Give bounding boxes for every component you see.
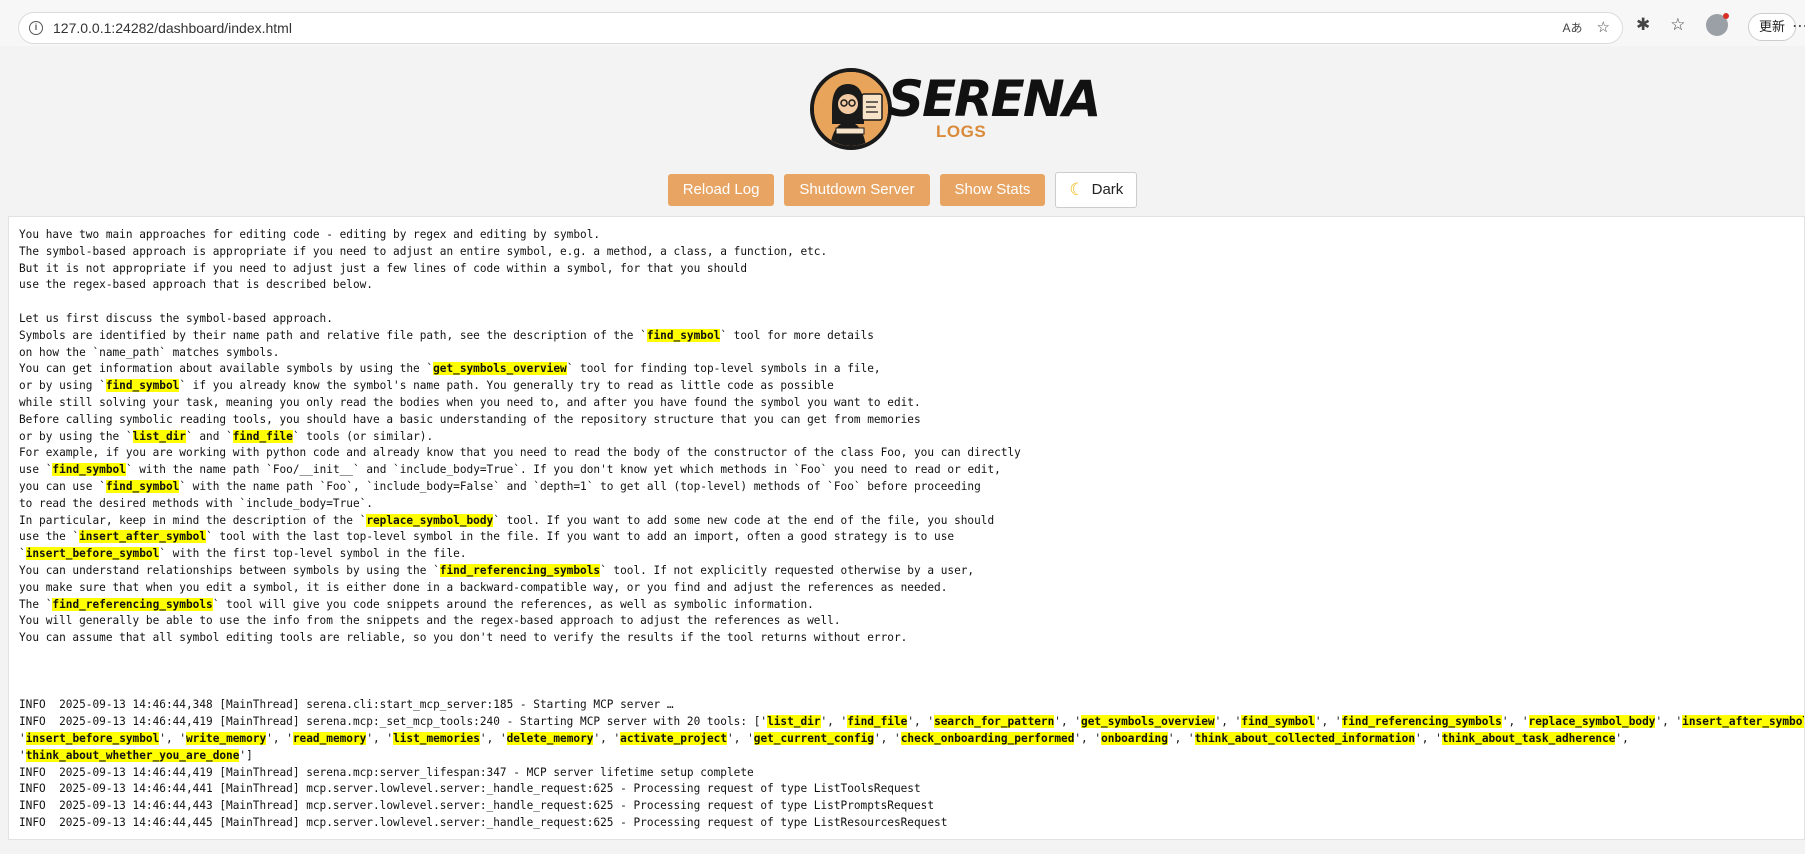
site-info-icon[interactable]: i [29,21,43,35]
log-line: use `find_symbol` with the name path `Fo… [19,463,1001,477]
tool-name-highlight: activate_project [620,731,728,745]
serena-logo: SERENA LOGS [810,64,1101,156]
tool-name-highlight: think_about_task_adherence [1441,731,1616,745]
log-panel[interactable]: You have two main approaches for editing… [8,216,1805,840]
dark-mode-toggle[interactable]: ☾ Dark [1055,172,1138,208]
reload-log-button[interactable]: Reload Log [667,174,775,206]
log-line: 'think_about_whether_you_are_done'] [19,748,253,762]
logo-avatar-icon [810,68,892,150]
log-line: You have two main approaches for editing… [19,228,601,241]
dark-mode-label: Dark [1091,181,1124,198]
tool-name-highlight: replace_symbol_body [366,513,494,527]
tool-name-highlight: search_for_pattern [934,715,1055,729]
log-line: INFO 2025-09-13 14:46:44,419 [MainThread… [19,765,754,779]
extensions-icon[interactable]: ✱ [1636,15,1650,35]
tool-name-highlight: find_symbol [646,328,721,342]
log-line: You can get information about available … [19,362,881,376]
tool-name-highlight: think_about_whether_you_are_done [25,748,240,762]
log-line: INFO 2025-09-13 14:46:44,348 [MainThread… [19,698,674,712]
moon-icon: ☾ [1069,180,1085,199]
tool-name-highlight: insert_after_symbol [79,530,207,544]
log-line: Symbols are identified by their name pat… [19,328,874,342]
tool-name-highlight: list_memories [393,731,480,745]
log-line: You will generally be able to use the in… [19,614,841,628]
log-line: INFO 2025-09-13 14:46:44,441 [MainThread… [19,782,921,796]
log-line: 'insert_before_symbol', 'write_memory', … [19,731,1629,745]
log-line: You can understand relationships between… [19,563,975,577]
url-text[interactable]: 127.0.0.1:24282/dashboard/index.html [53,20,292,36]
log-line: you can use `find_symbol` with the name … [19,479,981,493]
log-line: The symbol-based approach is appropriate… [19,244,828,258]
show-stats-button[interactable]: Show Stats [939,174,1046,206]
tool-name-highlight: replace_symbol_body [1528,715,1656,729]
tool-name-highlight: find_symbol [105,379,180,393]
tool-name-highlight: read_memory [292,731,367,745]
tool-name-highlight: find_symbol [52,463,126,477]
log-line: INFO 2025-09-13 14:46:44,443 [MainThread… [19,799,935,813]
browser-toolbar: i 127.0.0.1:24282/dashboard/index.html A… [0,0,1805,46]
shutdown-server-button[interactable]: Shutdown Server [784,174,930,206]
more-menu-icon[interactable]: ⋯ [1792,16,1805,36]
log-line: use the regex-based approach that is des… [19,278,373,292]
tool-name-highlight: find_referencing_symbols [52,597,213,611]
update-button[interactable]: 更新 [1748,13,1797,41]
tool-name-highlight: find_symbol [105,479,180,493]
log-line: The `find_referencing_symbols` tool will… [19,597,814,611]
tool-name-highlight: check_onboarding_performed [900,731,1075,745]
log-line: while still solving your task, meaning y… [19,395,921,409]
log-line: Let us first discuss the symbol-based ap… [19,311,333,325]
log-line: For example, if you are working with pyt… [19,446,1021,460]
tool-name-highlight: find_symbol [1241,715,1315,729]
tool-name-highlight: get_current_config [753,731,874,745]
log-line: or by using `find_symbol` if you already… [19,379,834,393]
logo-title: SERENA [888,70,1101,128]
tool-name-highlight: find_referencing_symbols [439,563,601,577]
log-line: You can assume that all symbol editing t… [19,631,908,645]
tool-name-highlight: onboarding [1101,731,1168,745]
log-line: or by using the `list_dir` and `find_fil… [19,429,434,443]
log-line: But it is not appropriate if you need to… [19,261,748,275]
profile-avatar-icon[interactable] [1705,13,1729,36]
log-line: INFO 2025-09-13 14:46:44,445 [MainThread… [19,815,948,829]
tool-name-highlight: find_referencing_symbols [1341,715,1502,729]
log-line: use the `insert_after_symbol` tool with … [19,530,955,544]
tool-name-highlight: insert_before_symbol [25,547,160,561]
tool-name-highlight: list_dir [132,429,186,443]
translate-icon[interactable]: Aあ [1563,19,1583,37]
log-line: on how the `name_path` matches symbols. [19,345,280,359]
address-bar[interactable]: i 127.0.0.1:24282/dashboard/index.html A… [18,12,1623,44]
tool-name-highlight: write_memory [186,731,267,745]
tool-name-highlight: get_symbols_overview [1081,715,1215,729]
tool-name-highlight: find_file [847,715,908,729]
favorite-star-icon[interactable]: ☆ [1597,19,1610,37]
logo-subtitle: LOGS [936,122,987,141]
tool-name-highlight: insert_before_symbol [25,731,160,745]
tool-name-highlight: insert_after_symbol [1682,715,1804,729]
log-line: Before calling symbolic reading tools, y… [19,412,921,426]
tool-name-highlight: get_symbols_overview [433,362,567,376]
action-buttons: Reload Log Shutdown Server Show Stats ☾ … [0,172,1805,208]
log-line: you make sure that when you edit a symbo… [19,580,948,594]
tool-name-highlight: delete_memory [506,731,594,745]
tool-name-highlight: find_file [232,429,293,443]
log-line: `insert_before_symbol` with the first to… [19,547,467,561]
tool-name-highlight: list_dir [767,715,821,729]
log-line: INFO 2025-09-13 14:46:44,419 [MainThread… [19,714,1804,731]
log-line: In particular, keep in mind the descript… [19,513,995,527]
tool-name-highlight: think_about_collected_information [1194,731,1416,745]
logo-character-icon [814,72,888,146]
log-line: to read the desired methods with `includ… [19,496,373,510]
favorites-icon[interactable]: ☆ [1670,15,1685,35]
